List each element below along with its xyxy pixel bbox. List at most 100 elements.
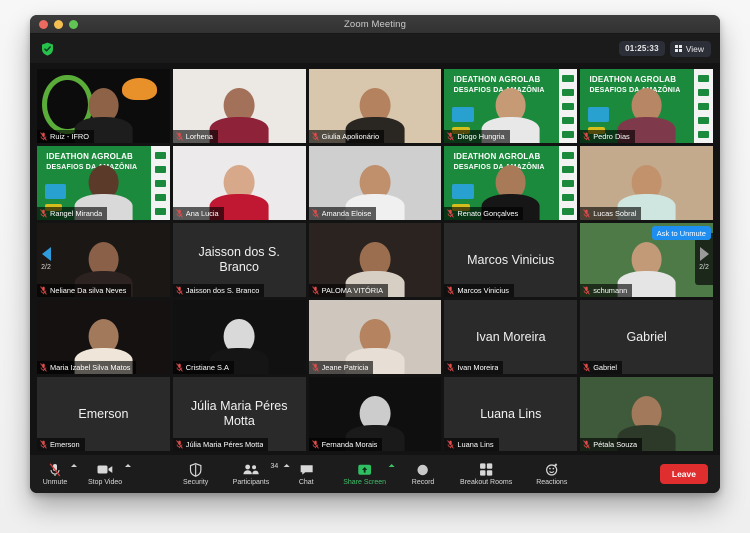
participant-tile[interactable]: IDEATHON AGROLAB DESAFIOS DA AMAZÔNIA Rang… [37,146,170,220]
window-titlebar: Zoom Meeting [30,15,720,34]
participant-name-badge: Pedro Dias [580,130,635,143]
stop-video-button[interactable]: Stop Video [88,463,132,486]
video-grid-row: Ruiz - IFRO Lorhena Giulia Apolionário IDEA… [37,69,713,143]
breakout-rooms-button[interactable]: Breakout Rooms [460,463,512,486]
mic-muted-icon [583,440,591,449]
participant-name-badge: Diogo Hungria [444,130,510,143]
mic-muted-icon [583,132,591,141]
participant-name-label: Gabriel [593,363,618,372]
participant-tile[interactable]: Maria Izabel Silva Matos [37,300,170,374]
participant-name-badge: Gabriel [580,361,623,374]
participants-options-chevron-icon[interactable] [283,463,290,467]
participant-tile[interactable]: Jeane Patricia [308,300,442,374]
participant-tile[interactable]: Giulia Apolionário [308,69,442,143]
participant-name-label: Luana Lins [457,440,494,449]
mic-muted-icon [49,462,61,477]
participants-button[interactable]: 34 Participants [232,463,290,486]
participant-tile[interactable]: Ask to Unmute schumann [580,223,713,297]
squares-icon [480,463,493,477]
participant-tile[interactable]: Emerson Emerson [37,377,170,451]
screen-root: Zoom Meeting 01:25:33 View Ruiz - IFRO L… [0,0,750,533]
view-button-label: View [685,43,704,54]
mic-muted-icon [311,209,319,218]
share-screen-button[interactable]: Share Screen [343,463,396,486]
slide-line-1: IDEATHON AGROLAB [46,151,134,161]
video-options-chevron-icon[interactable] [125,463,132,467]
close-window-button[interactable] [39,19,48,29]
participant-tile[interactable]: IDEATHON AGROLAB DESAFIOS DA AMAZÔNIA Diog… [444,69,578,143]
participant-name-label: schumann [593,286,628,295]
encryption-shield-icon[interactable] [39,40,56,57]
record-label: Record [411,478,435,486]
participant-tile[interactable]: Fernanda Morais [308,377,442,451]
participant-name-badge: Renato Gonçalves [444,207,524,220]
participant-name-label: Giulia Apolionário [321,132,380,141]
participant-tile[interactable]: Ivan Moreira Ivan Moreira [444,300,578,374]
window-controls[interactable] [39,19,78,29]
participant-name-label: Diogo Hungria [457,132,505,141]
meeting-toolbar: Unmute Stop Video Security 34 Participan… [30,455,720,493]
security-button[interactable]: Security [183,462,209,486]
video-grid-row: Neliane Da silva Neves Jaisson dos S. Bra… [37,223,713,297]
next-page-button[interactable]: 2/2 [695,233,713,285]
participant-tile[interactable]: IDEATHON AGROLAB DESAFIOS DA AMAZÔNIA Rena… [444,146,578,220]
participant-tile[interactable]: Lucas Sobral [580,146,713,220]
participant-name-label: Maria Izabel Silva Matos [50,363,131,372]
participant-tile[interactable]: PALOMA VITÓRIA [308,223,442,297]
unmute-options-chevron-icon[interactable] [71,463,77,467]
zoom-meeting-window: Zoom Meeting 01:25:33 View Ruiz - IFRO L… [30,15,720,493]
page-indicator-left: 2/2 [41,264,51,271]
participant-name-label: Emerson [50,440,80,449]
mic-muted-icon [447,286,455,295]
participant-name-badge: Jeane Patricia [308,361,374,374]
participant-name-badge: Amanda Eloise [308,207,377,220]
participant-name-badge: Maria Izabel Silva Matos [37,361,136,374]
participant-tile[interactable]: Marcos Vinicius Marcos Vinicius [444,223,578,297]
record-button[interactable]: Record [410,463,436,486]
mic-muted-icon [40,286,47,295]
mic-muted-icon [175,209,183,218]
participant-tile[interactable]: Ruiz - IFRO [37,69,170,143]
unmute-button[interactable]: Unmute [42,462,77,486]
maximize-window-button[interactable] [69,19,78,29]
participant-tile[interactable]: IDEATHON AGROLAB DESAFIOS DA AMAZÔNIA Pedr… [580,69,713,143]
participant-name-badge: Ivan Moreira [444,361,504,374]
breakout-rooms-label: Breakout Rooms [460,478,513,486]
video-grid-row: Emerson Emerson Júlia Maria Péres Motta Júl… [37,377,713,451]
participant-name-label: Amanda Eloise [321,209,372,218]
participant-tile[interactable]: Lorhena [172,69,306,143]
mic-muted-icon [311,132,319,141]
participant-name-badge: Pétala Souza [580,438,643,451]
ask-to-unmute-button[interactable]: Ask to Unmute [651,226,711,240]
previous-page-button[interactable]: 2/2 [37,233,55,285]
participant-tile[interactable]: Pétala Souza [580,377,713,451]
camera-icon [97,463,113,477]
meeting-timer: 01:25:33 [619,41,665,56]
participant-tile[interactable]: Neliane Da silva Neves [37,223,170,297]
minimize-window-button[interactable] [54,19,63,29]
video-grid-row: Maria Izabel Silva Matos Cristiane S.A Jea… [37,300,713,374]
chat-button[interactable]: Chat [293,463,319,486]
participant-tile[interactable]: Cristiane S.A [172,300,306,374]
share-options-chevron-icon[interactable] [389,463,396,467]
participant-tile[interactable]: Júlia Maria Péres Motta Júlia Maria Péres… [172,377,306,451]
participant-name-label: Lucas Sobral [593,209,637,218]
chevron-left-icon [41,247,51,261]
view-button[interactable]: View [669,40,711,57]
participant-tile[interactable]: Luana Lins Luana Lins [444,377,578,451]
window-title: Zoom Meeting [344,18,406,30]
participant-tile[interactable]: Amanda Eloise [308,146,442,220]
mic-muted-icon [40,440,47,449]
participants-label: Participants [232,478,270,486]
participant-tile[interactable]: Ana Lucia [172,146,306,220]
mic-muted-icon [40,209,47,218]
reactions-button[interactable]: Reactions [536,463,567,486]
mic-muted-icon [175,440,183,449]
participant-tile[interactable]: Jaisson dos S. Branco Jaisson dos S. Bran… [172,223,306,297]
reactions-icon [545,463,558,477]
participant-tile[interactable]: Gabriel Gabriel [580,300,713,374]
mic-muted-icon [311,363,319,372]
leave-button[interactable]: Leave [659,464,708,484]
participant-name-badge: Giulia Apolionário [308,130,385,143]
participant-name-label: Lorhena [185,132,213,141]
